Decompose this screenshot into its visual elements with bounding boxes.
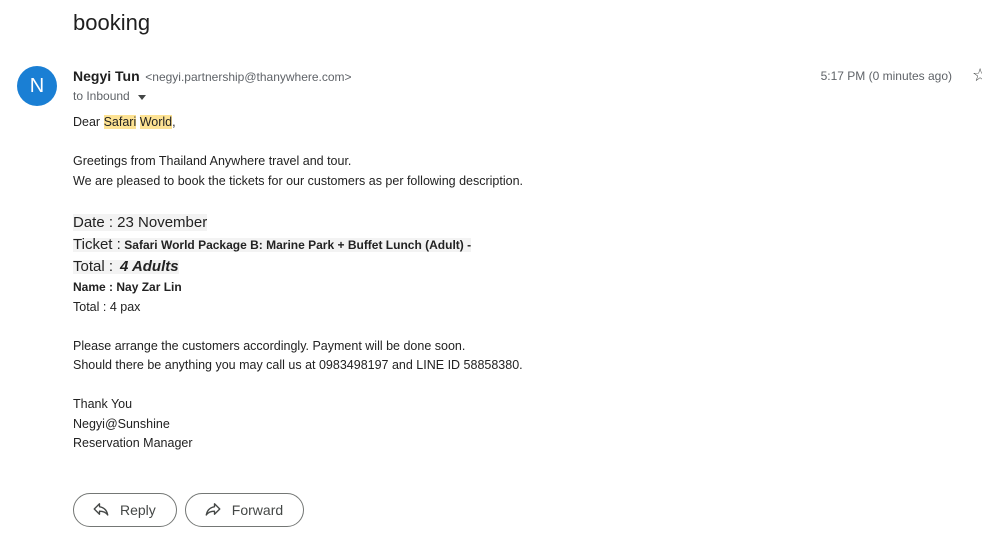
total-pax-line: Total : 4 pax <box>73 299 141 314</box>
email-body: Dear Safari World, Greetings from Thaila… <box>73 113 953 454</box>
greeting-suffix: , <box>172 115 176 129</box>
ticket-wrap: Ticket : Safari World Package B: Marine … <box>73 236 472 253</box>
sender-avatar[interactable]: N <box>17 66 57 106</box>
forward-label: Forward <box>231 502 284 518</box>
signature-name: Negyi@Sunshine <box>73 416 170 431</box>
date-text: Date : 23 November <box>73 214 208 231</box>
total-line: Total : 4 Adults <box>73 256 953 278</box>
sender-info: Negyi Tun <negyi.partnership@thanywhere.… <box>73 68 352 84</box>
ticket-value: Safari World Package B: Marine Park + Bu… <box>124 238 472 252</box>
chevron-down-icon <box>137 94 146 100</box>
highlight-world: World <box>139 115 173 129</box>
contact-line: Should there be anything you may call us… <box>73 358 523 372</box>
body-line-pleased: We are pleased to book the tickets for o… <box>73 173 523 188</box>
reply-button[interactable]: Reply <box>73 493 177 527</box>
sender-email: <negyi.partnership@thanywhere.com> <box>145 70 352 84</box>
name-text: Name : Nay Zar Lin <box>73 280 182 294</box>
total-wrap: Total : 4 Adults <box>73 258 179 275</box>
email-actions: Reply Forward <box>73 493 305 527</box>
total-value: 4 Adults <box>119 258 179 275</box>
recipient-label: to Inbound <box>73 89 130 103</box>
star-icon[interactable]: ☆ <box>972 64 982 86</box>
email-timestamp: 5:17 PM (0 minutes ago) <box>820 69 952 83</box>
body-line-greetings: Greetings from Thailand Anywhere travel … <box>73 154 352 168</box>
total-label: Total : <box>73 258 114 275</box>
email-subject: booking <box>73 10 151 35</box>
greeting-line: Dear Safari World, <box>73 113 953 133</box>
highlight-safari: Safari <box>103 115 137 129</box>
name-line: Name : Nay Zar Lin <box>73 278 953 298</box>
ticket-line: Ticket : Safari World Package B: Marine … <box>73 234 953 256</box>
ticket-label: Ticket : <box>73 236 121 253</box>
forward-button[interactable]: Forward <box>184 493 305 527</box>
thanks-line: Thank You <box>73 397 133 411</box>
sender-name[interactable]: Negyi Tun <box>73 68 140 84</box>
email-view: booking N Negyi Tun <negyi.partnership@t… <box>0 0 982 552</box>
arrange-line: Please arrange the customers accordingly… <box>73 338 466 353</box>
forward-icon <box>204 500 222 521</box>
date-line: Date : 23 November <box>73 212 953 234</box>
reply-label: Reply <box>120 502 156 518</box>
greeting-prefix: Dear <box>73 115 101 129</box>
reply-icon <box>92 500 110 521</box>
signature-title: Reservation Manager <box>73 436 193 450</box>
recipient-details-toggle[interactable]: to Inbound <box>73 89 146 103</box>
